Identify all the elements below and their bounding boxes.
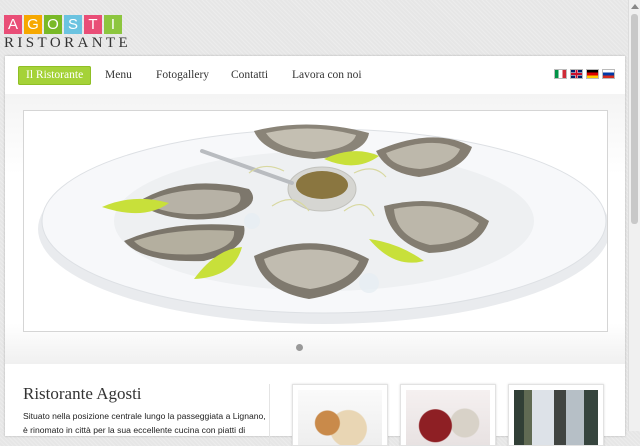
nav-item-lavora-con-noi[interactable]: Lavora con noi (292, 66, 362, 85)
logo-letter: S (64, 15, 82, 34)
scroll-up-arrow-icon[interactable] (631, 4, 639, 9)
logo-letter: O (44, 15, 62, 34)
logo[interactable]: A G O S T I RISTORANTE (4, 15, 144, 55)
logo-letter: I (104, 15, 122, 34)
gallery-thumb-1[interactable] (292, 384, 388, 446)
main-nav: Il Ristorante Menu Fotogallery Contatti … (5, 56, 625, 95)
gallery-thumb-3[interactable] (508, 384, 604, 446)
flag-uk-icon[interactable] (570, 69, 583, 79)
slider-dot[interactable] (296, 344, 303, 351)
page-container: Il Ristorante Menu Fotogallery Contatti … (5, 56, 625, 446)
logo-subtitle: RISTORANTE (4, 35, 132, 51)
language-switcher (554, 69, 615, 79)
scrollbar-thumb[interactable] (631, 14, 638, 224)
content-divider (269, 384, 270, 444)
vertical-scrollbar[interactable] (628, 0, 640, 431)
nav-item-il-ristorante[interactable]: Il Ristorante (18, 66, 92, 85)
intro-text-line-2: è rinomato in città per la sua eccellent… (23, 425, 246, 435)
flag-russia-icon[interactable] (602, 69, 615, 79)
oysters-plate-image (24, 111, 607, 331)
page-title: Ristorante Agosti (23, 384, 142, 403)
logo-letters: A G O S T I (4, 15, 144, 34)
flag-italy-icon[interactable] (554, 69, 567, 79)
logo-letter: T (84, 15, 102, 34)
hero-slide-image (23, 110, 608, 332)
flag-germany-icon[interactable] (586, 69, 599, 79)
logo-letter: A (4, 15, 22, 34)
nav-item-fotogallery[interactable]: Fotogallery (156, 66, 209, 85)
logo-letter: G (24, 15, 42, 34)
intro-text-line-1: Situato nella posizione centrale lungo l… (23, 411, 266, 421)
nav-item-contatti[interactable]: Contatti (231, 66, 268, 85)
gallery-thumb-2[interactable] (400, 384, 496, 446)
nav-item-menu[interactable]: Menu (105, 66, 132, 85)
